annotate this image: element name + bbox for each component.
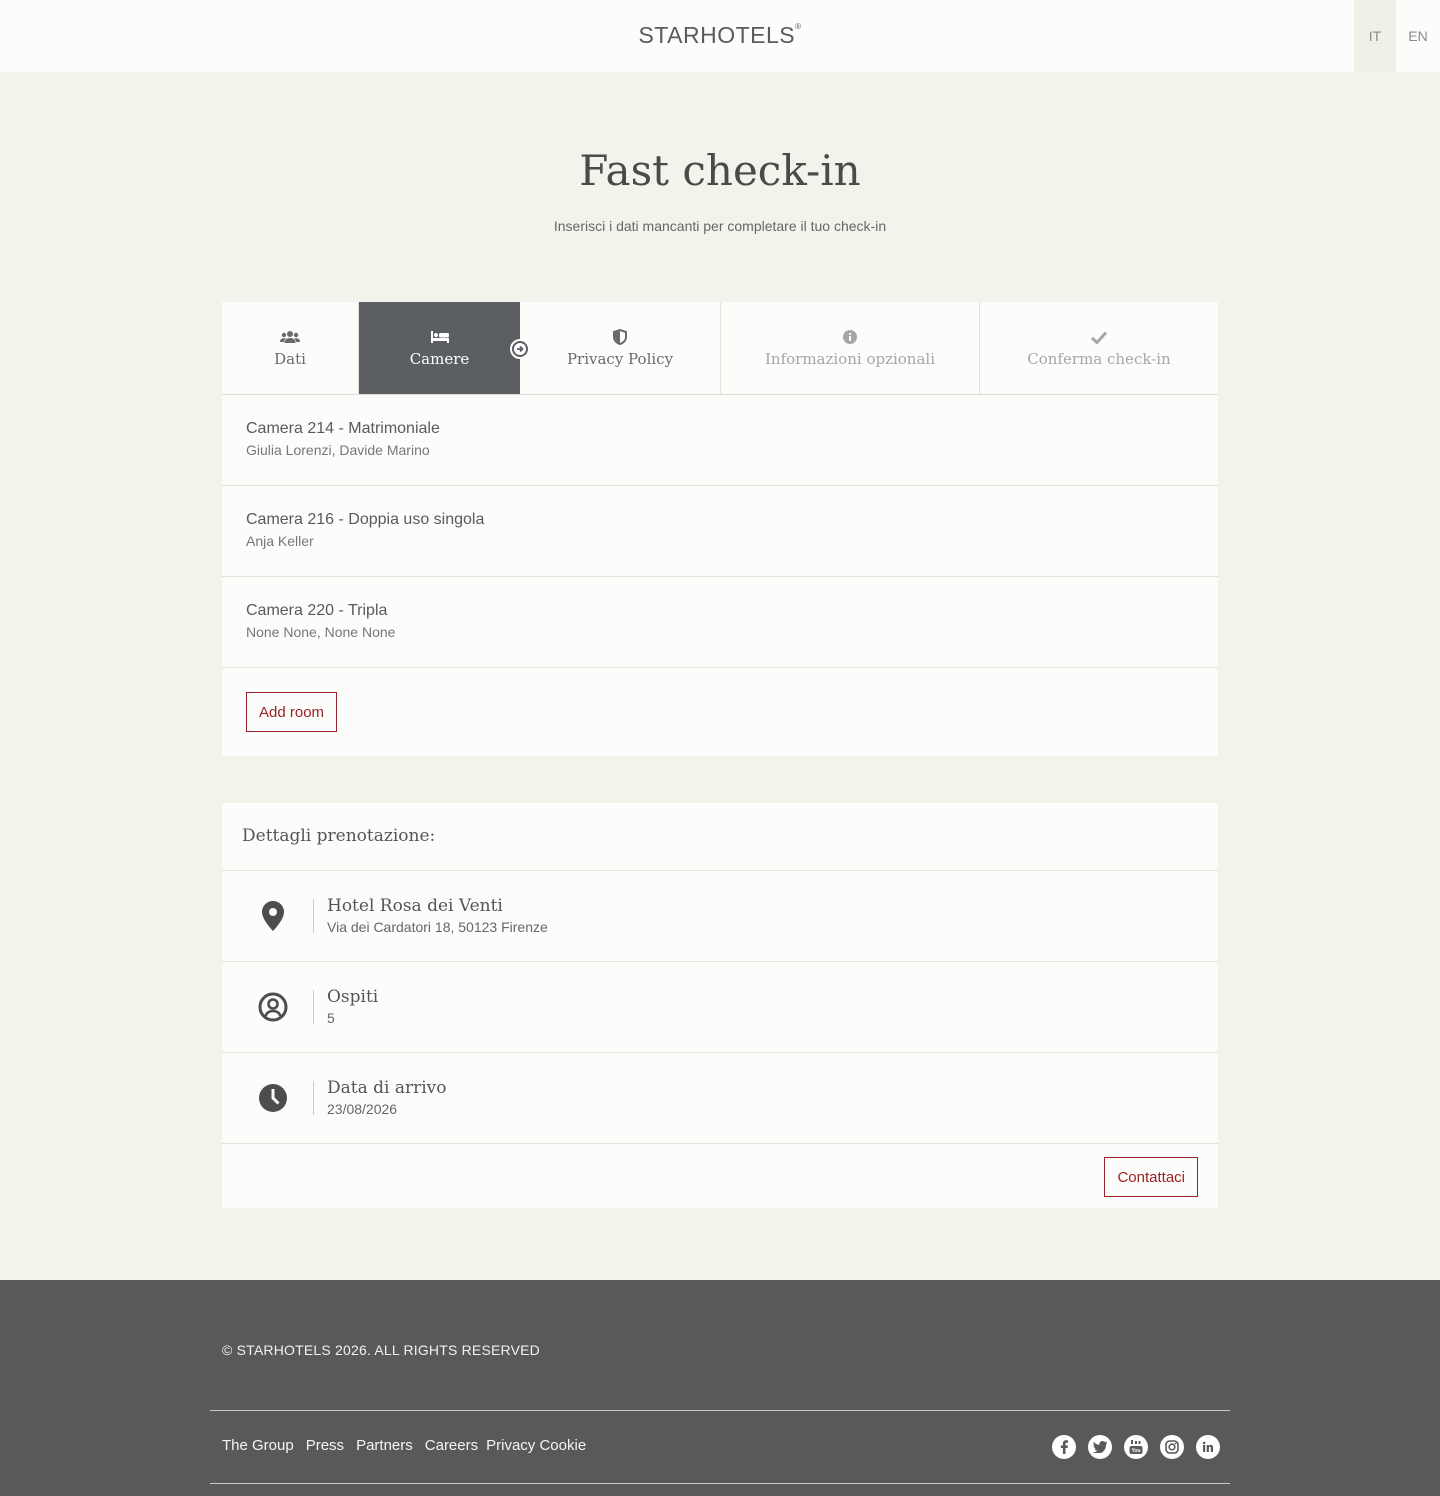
detail-guests: Ospiti 5 xyxy=(222,962,1218,1053)
step-informazioni-opzionali[interactable]: Informazioni opzionali xyxy=(721,302,980,394)
step-label: Dati xyxy=(274,350,306,368)
contact-button[interactable]: Contattaci xyxy=(1104,1157,1198,1197)
social-links: You xyxy=(1052,1435,1220,1459)
linkedin-icon[interactable] xyxy=(1196,1435,1220,1459)
footer-divider xyxy=(210,1410,1230,1411)
step-label: Conferma check-in xyxy=(1027,350,1171,368)
bed-icon xyxy=(430,328,450,346)
instagram-icon[interactable] xyxy=(1160,1435,1184,1459)
divider xyxy=(313,899,314,933)
footer-link-partners[interactable]: Partners xyxy=(356,1437,413,1454)
hotel-address: Via dei Cardatori 18, 50123 Firenze xyxy=(327,919,548,935)
guests-value: 5 xyxy=(327,1010,335,1026)
step-privacy-policy[interactable]: Privacy Policy xyxy=(520,302,721,394)
details-footer: Contattaci xyxy=(222,1144,1218,1208)
check-icon xyxy=(1091,328,1107,346)
user-circle-icon xyxy=(258,992,288,1022)
detail-arrival: Data di arrivo 23/08/2026 xyxy=(222,1053,1218,1144)
page-subtitle: Inserisci i dati mancanti per completare… xyxy=(553,218,887,234)
map-marker-icon xyxy=(258,901,288,931)
step-label: Informazioni opzionali xyxy=(764,350,936,368)
checkin-stepper: Dati Camere Privacy Policy Informazioni … xyxy=(222,302,1218,395)
divider xyxy=(313,990,314,1024)
detail-hotel: Hotel Rosa dei Venti Via dei Cardatori 1… xyxy=(222,871,1218,962)
room-guests: Anja Keller xyxy=(246,533,314,549)
footer-link-press[interactable]: Press xyxy=(306,1437,344,1454)
room-guests: Giulia Lorenzi, Davide Marino xyxy=(246,442,430,458)
guests-label: Ospiti xyxy=(327,987,379,1007)
footer-link-the-group[interactable]: The Group xyxy=(222,1437,294,1454)
copyright: © STARHOTELS 2026. ALL RIGHTS RESERVED xyxy=(222,1342,540,1358)
footer-link-careers[interactable]: Careers xyxy=(425,1437,478,1454)
svg-text:You: You xyxy=(1131,1448,1140,1454)
language-it[interactable]: IT xyxy=(1354,0,1396,72)
step-camere[interactable]: Camere xyxy=(359,302,520,394)
step-dati[interactable]: Dati xyxy=(222,302,359,394)
footer-links: The Group Press Partners Careers Privacy… xyxy=(222,1437,586,1454)
users-icon xyxy=(280,328,300,346)
footer-link-privacy-cookie[interactable]: Privacy Cookie xyxy=(486,1437,586,1454)
list-item[interactable]: Camera 220 - Tripla None None, None None xyxy=(222,577,1218,668)
shield-icon xyxy=(613,328,627,346)
details-heading: Dettagli prenotazione: xyxy=(222,803,1218,871)
site-footer: © STARHOTELS 2026. ALL RIGHTS RESERVED T… xyxy=(0,1280,1440,1496)
logo-text: STARHOTELS xyxy=(638,22,796,48)
hotel-name: Hotel Rosa dei Venti xyxy=(327,896,503,916)
divider xyxy=(313,1081,314,1115)
room-title: Camera 220 - Tripla xyxy=(246,602,388,619)
page-title: Fast check-in xyxy=(579,146,861,195)
room-title: Camera 216 - Doppia uso singola xyxy=(246,511,485,528)
language-en[interactable]: EN xyxy=(1397,0,1439,72)
twitter-icon[interactable] xyxy=(1088,1435,1112,1459)
clock-icon xyxy=(258,1083,288,1113)
footer-divider xyxy=(210,1483,1230,1484)
room-title: Camera 214 - Matrimoniale xyxy=(246,420,440,437)
arrival-value: 23/08/2026 xyxy=(327,1101,398,1117)
room-guests: None None, None None xyxy=(246,624,396,640)
starhotels-logo[interactable]: STARHOTELS® xyxy=(0,22,1440,49)
step-conferma-checkin[interactable]: Conferma check-in xyxy=(980,302,1218,394)
arrival-label: Data di arrivo xyxy=(327,1078,447,1098)
add-room-button[interactable]: Add room xyxy=(246,692,338,732)
rooms-list: Camera 214 - Matrimoniale Giulia Lorenzi… xyxy=(222,395,1218,756)
step-label: Camere xyxy=(409,350,470,368)
room-actions: Add room xyxy=(222,668,1218,756)
list-item[interactable]: Camera 216 - Doppia uso singola Anja Kel… xyxy=(222,486,1218,577)
booking-details: Dettagli prenotazione: Hotel Rosa dei Ve… xyxy=(222,803,1218,1208)
list-item[interactable]: Camera 214 - Matrimoniale Giulia Lorenzi… xyxy=(222,395,1218,486)
youtube-icon[interactable]: You xyxy=(1124,1435,1148,1459)
step-label: Privacy Policy xyxy=(566,350,674,368)
arrow-right-icon xyxy=(510,339,530,359)
facebook-icon[interactable] xyxy=(1052,1435,1076,1459)
info-icon xyxy=(843,328,857,346)
top-bar: STARHOTELS® IT EN xyxy=(0,0,1440,72)
